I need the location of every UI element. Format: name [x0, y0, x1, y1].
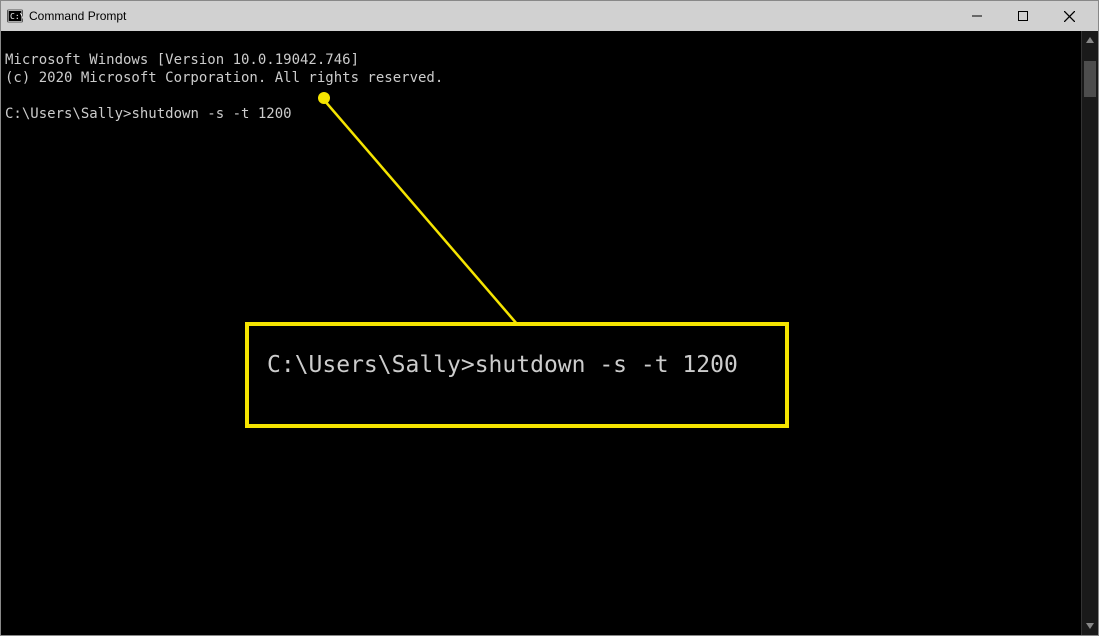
window-title: Command Prompt [29, 9, 126, 23]
terminal-area: Microsoft Windows [Version 10.0.19042.74… [1, 31, 1098, 635]
window-controls [954, 1, 1092, 31]
terminal[interactable]: Microsoft Windows [Version 10.0.19042.74… [1, 31, 1081, 635]
svg-text:C:\: C:\ [10, 12, 23, 21]
scroll-down-icon[interactable] [1084, 619, 1096, 633]
maximize-button[interactable] [1000, 1, 1046, 31]
scroll-thumb[interactable] [1084, 61, 1096, 97]
vertical-scrollbar[interactable] [1081, 31, 1098, 635]
close-button[interactable] [1046, 1, 1092, 31]
terminal-command: shutdown -s -t 1200 [131, 106, 291, 122]
minimize-button[interactable] [954, 1, 1000, 31]
cmd-window: C:\ Command Prompt Microsoft Windows [Ve… [0, 0, 1099, 636]
cmd-icon: C:\ [7, 8, 23, 24]
terminal-line: Microsoft Windows [Version 10.0.19042.74… [5, 52, 359, 68]
terminal-prompt: C:\Users\Sally> [5, 106, 131, 122]
terminal-line: (c) 2020 Microsoft Corporation. All righ… [5, 70, 443, 86]
titlebar[interactable]: C:\ Command Prompt [1, 1, 1098, 31]
scroll-up-icon[interactable] [1084, 33, 1096, 47]
